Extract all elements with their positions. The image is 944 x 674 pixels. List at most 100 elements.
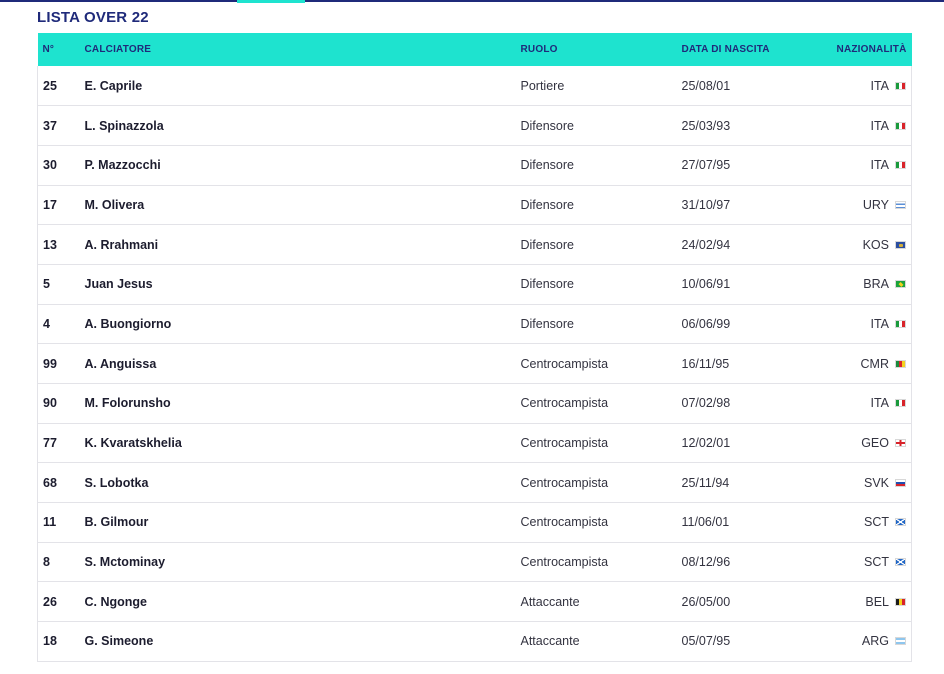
player-name: B. Gilmour: [84, 515, 149, 530]
player-birthdate: 08/12/96: [681, 555, 731, 570]
table-row: 25 E. Caprile Portiere 25/08/01 ITA: [37, 66, 912, 106]
table-row: 11 B. Gilmour Centrocampista 11/06/01 SCT: [37, 502, 912, 543]
player-birthdate: 12/02/01: [681, 436, 731, 451]
player-number: 99: [37, 343, 80, 384]
table-row: 13 A. Rrahmani Difensore 24/02/94 KOS: [37, 224, 912, 265]
player-birthdate: 10/06/91: [681, 277, 731, 292]
active-tab-indicator: [237, 0, 305, 3]
player-role: Portiere: [520, 78, 565, 93]
player-birthdate: 24/02/94: [681, 237, 731, 252]
squad-table: N° CALCIATORE RUOLO DATA DI NASCITA NAZI…: [37, 33, 912, 662]
scotland-flag-icon: [895, 558, 906, 567]
nationality-code: CMR: [860, 356, 889, 371]
nationality-code: GEO: [861, 436, 889, 451]
player-nationality: KOS: [806, 224, 912, 265]
player-nationality: ITA: [806, 383, 912, 424]
player-role: Centrocampista: [520, 515, 609, 530]
player-name: S. Lobotka: [84, 475, 149, 490]
player-number: 5: [37, 264, 80, 305]
player-role: Centrocampista: [520, 436, 609, 451]
player-role: Attaccante: [520, 594, 580, 609]
column-header-number: N°: [42, 44, 55, 55]
italy-flag-icon: [895, 399, 906, 408]
player-nationality: SCT: [806, 502, 912, 543]
nationality-code: ITA: [870, 396, 889, 411]
player-birthdate: 06/06/99: [681, 316, 731, 331]
player-name: M. Olivera: [84, 197, 145, 212]
kosovo-flag-icon: [895, 240, 906, 249]
slovakia-flag-icon: [895, 478, 906, 487]
player-number: 4: [37, 304, 80, 344]
italy-flag-icon: [895, 161, 906, 170]
nationality-code: KOS: [862, 237, 889, 252]
top-border-line: [0, 0, 944, 2]
player-name: A. Anguissa: [84, 356, 157, 371]
player-role: Centrocampista: [520, 475, 609, 490]
player-birthdate: 05/07/95: [681, 634, 731, 649]
player-name: L. Spinazzola: [84, 118, 164, 133]
player-role: Difensore: [520, 158, 575, 173]
player-number: 8: [37, 542, 80, 582]
player-name: Juan Jesus: [84, 277, 153, 292]
nationality-code: SVK: [863, 475, 889, 490]
player-nationality: ARG: [806, 621, 912, 662]
table-row: 30 P. Mazzocchi Difensore 27/07/95 ITA: [37, 145, 912, 186]
nationality-code: SCT: [864, 555, 889, 570]
player-number: 17: [37, 185, 80, 225]
table-row: 4 A. Buongiorno Difensore 06/06/99 ITA: [37, 304, 912, 344]
player-name: G. Simeone: [84, 634, 154, 649]
player-number: 26: [37, 581, 80, 622]
brazil-flag-icon: [895, 280, 906, 289]
player-nationality: SCT: [806, 542, 912, 582]
player-birthdate: 26/05/00: [681, 594, 731, 609]
player-number: 77: [37, 423, 80, 463]
georgia-flag-icon: [895, 439, 906, 448]
argentina-flag-icon: [895, 637, 906, 646]
player-name: E. Caprile: [84, 78, 143, 93]
nationality-code: BEL: [865, 594, 889, 609]
player-nationality: SVK: [806, 462, 912, 503]
table-row: 90 M. Folorunsho Centrocampista 07/02/98 ITA: [37, 383, 912, 424]
player-role: Attaccante: [520, 634, 580, 649]
italy-flag-icon: [895, 319, 906, 328]
player-role: Difensore: [520, 237, 575, 252]
player-birthdate: 11/06/01: [681, 515, 730, 530]
player-role: Centrocampista: [520, 555, 609, 570]
table-header-row: N° CALCIATORE RUOLO DATA DI NASCITA NAZI…: [37, 33, 912, 66]
table-row: 18 G. Simeone Attaccante 05/07/95 ARG: [37, 621, 912, 662]
player-nationality: GEO: [806, 423, 912, 463]
player-number: 30: [37, 145, 80, 186]
player-name: K. Kvaratskhelia: [84, 436, 182, 451]
player-nationality: ITA: [806, 66, 912, 106]
player-role: Difensore: [520, 197, 575, 212]
player-role: Difensore: [520, 277, 575, 292]
player-birthdate: 07/02/98: [681, 396, 731, 411]
player-nationality: ITA: [806, 304, 912, 344]
nationality-code: SCT: [864, 515, 889, 530]
player-number: 13: [37, 224, 80, 265]
nationality-code: ITA: [870, 316, 889, 331]
player-birthdate: 27/07/95: [681, 158, 731, 173]
column-header-dob: DATA DI NASCITA: [681, 44, 770, 55]
table-row: 37 L. Spinazzola Difensore 25/03/93 ITA: [37, 105, 912, 146]
player-name: C. Ngonge: [84, 594, 148, 609]
nationality-code: ITA: [870, 158, 889, 173]
table-row: 5 Juan Jesus Difensore 10/06/91 BRA: [37, 264, 912, 305]
player-name: A. Rrahmani: [84, 237, 159, 252]
player-name: S. Mctominay: [84, 555, 166, 570]
player-nationality: BEL: [806, 581, 912, 622]
player-name: A. Buongiorno: [84, 316, 172, 331]
player-number: 18: [37, 621, 80, 662]
player-name: P. Mazzocchi: [84, 158, 161, 173]
italy-flag-icon: [895, 81, 906, 90]
cameroon-flag-icon: [895, 359, 906, 368]
player-nationality: URY: [806, 185, 912, 225]
player-number: 11: [37, 502, 80, 543]
column-header-nationality: NAZIONALITÀ: [836, 44, 907, 55]
table-row: 99 A. Anguissa Centrocampista 16/11/95 CMR: [37, 343, 912, 384]
column-header-player: CALCIATORE: [84, 44, 152, 55]
player-nationality: ITA: [806, 105, 912, 146]
player-birthdate: 16/11/95: [681, 356, 730, 371]
player-number: 68: [37, 462, 80, 503]
uruguay-flag-icon: [895, 200, 906, 209]
